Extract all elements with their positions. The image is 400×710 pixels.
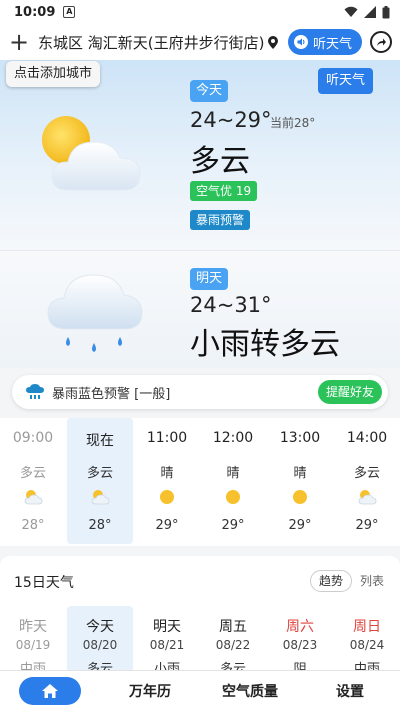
top-bar: + 东城区 淘汇新天(王府井步行街店) 听天气 (0, 24, 400, 60)
battery-icon (382, 5, 390, 18)
day-name: 周六 (286, 619, 314, 635)
hourly-forecast: 09:00 多云 28° 现在 多云 28° 11:00 晴 29° 12:00… (0, 418, 400, 546)
day-date: 08/23 (282, 638, 318, 652)
sun-icon (293, 490, 307, 504)
plus-icon[interactable]: + (8, 30, 30, 54)
today-temp-range: 24~29° (190, 108, 272, 132)
current-temp: 当前28° (270, 116, 316, 130)
trend-toggle[interactable]: 趋势 (310, 570, 353, 592)
today-label: 今天 (190, 80, 229, 102)
aqi-badge[interactable]: 空气优 19 (190, 181, 258, 201)
hour-temp: 28° (21, 518, 45, 533)
speaker-icon (293, 35, 308, 49)
day-item[interactable]: 昨天 08/19 中雨 (0, 606, 66, 676)
hour-item[interactable]: 12:00 晴 29° (200, 418, 266, 544)
storm-alert-badge[interactable]: 暴雨预警 (190, 210, 251, 230)
hour-condition: 多云 (86, 466, 113, 481)
tomorrow-panel: 明天 24~31° 小雨转多云 (0, 250, 400, 368)
day-item[interactable]: 明天 08/21 小雨 (134, 606, 200, 676)
bottom-nav: 万年历 空气质量 设置 (0, 670, 400, 710)
notification-icon: A (63, 6, 76, 18)
add-city-tooltip[interactable]: 点击添加城市 (6, 61, 101, 87)
nav-calendar[interactable]: 万年历 (100, 681, 200, 701)
listen-label: 听天气 (312, 36, 352, 52)
hour-time: 11:00 (146, 430, 188, 446)
listen-weather-bubble[interactable]: 听天气 (318, 68, 374, 94)
day-name: 周五 (219, 619, 247, 635)
hour-temp: 29° (221, 518, 245, 533)
hour-temp: 28° (88, 518, 112, 533)
nav-home[interactable] (0, 676, 100, 705)
share-icon[interactable] (370, 31, 392, 53)
partly-cloudy-icon (91, 490, 110, 505)
partly-cloudy-icon (358, 490, 377, 505)
hour-item[interactable]: 14:00 多云 29° (334, 418, 400, 544)
day-name: 周日 (353, 619, 381, 635)
hour-time: 现在 (86, 433, 114, 449)
hour-condition: 晴 (160, 466, 174, 481)
hour-temp: 29° (355, 518, 379, 533)
city-name[interactable]: 东城区 淘汇新天(王府井步行街店) (38, 32, 264, 53)
hour-condition: 晴 (226, 466, 240, 481)
nav-settings[interactable]: 设置 (300, 681, 400, 701)
hour-condition: 晴 (293, 466, 307, 481)
status-icons (344, 5, 390, 19)
day-item[interactable]: 今天 08/20 多云 (67, 606, 133, 676)
hour-item[interactable]: 13:00 晴 29° (267, 418, 333, 544)
list-toggle[interactable]: 列表 (360, 570, 384, 592)
day-item[interactable]: 周日 08/24 中雨 (334, 606, 400, 676)
day-name: 明天 (153, 619, 181, 635)
today-condition: 多云 (190, 144, 250, 179)
hour-time: 14:00 (346, 430, 388, 446)
tomorrow-condition: 小雨转多云 (190, 327, 340, 362)
wifi-icon (344, 6, 358, 17)
day-item[interactable]: 周六 08/23 阴 (267, 606, 333, 676)
signal-icon (364, 6, 376, 18)
status-time: 10:09 (14, 4, 56, 20)
storm-warning-icon (26, 384, 44, 399)
hour-item[interactable]: 09:00 多云 28° (0, 418, 66, 544)
listen-weather-button[interactable]: 听天气 (287, 29, 362, 55)
hour-time: 12:00 (212, 430, 254, 446)
sun-icon (160, 490, 174, 504)
daily-title: 15日天气 (14, 575, 74, 591)
warning-text: 暴雨蓝色预警 [一般] (52, 386, 171, 402)
sun-icon (226, 490, 240, 504)
day-date: 08/22 (215, 638, 251, 652)
day-date: 08/20 (82, 638, 118, 652)
partly-cloudy-icon (42, 116, 141, 191)
daily-forecast: 15日天气 趋势 列表 昨天 08/19 中雨 今天 08/20 多云 明天 0… (0, 556, 400, 676)
day-date: 08/19 (15, 638, 51, 652)
location-pin-icon (268, 35, 279, 49)
hour-temp: 29° (288, 518, 312, 533)
day-name: 今天 (86, 619, 114, 635)
day-date: 08/21 (149, 638, 185, 652)
home-icon[interactable] (19, 676, 81, 705)
hour-temp: 29° (155, 518, 179, 533)
hour-item[interactable]: 现在 多云 28° (67, 418, 133, 544)
day-name: 昨天 (19, 619, 47, 635)
hour-time: 13:00 (279, 430, 321, 446)
hour-time: 09:00 (12, 430, 54, 446)
partly-cloudy-icon (24, 490, 43, 505)
tomorrow-temp-range: 24~31° (190, 293, 272, 317)
nav-air-quality[interactable]: 空气质量 (200, 681, 300, 701)
day-item[interactable]: 周五 08/22 多云 (200, 606, 266, 676)
hour-item[interactable]: 11:00 晴 29° (134, 418, 200, 544)
status-bar: 10:09 A (0, 0, 400, 24)
hour-condition: 多云 (353, 466, 380, 481)
day-date: 08/24 (349, 638, 385, 652)
tomorrow-label: 明天 (190, 268, 229, 290)
warning-card[interactable]: 暴雨蓝色预警 [一般] 提醒好友 (12, 375, 388, 409)
remind-friend-button[interactable]: 提醒好友 (317, 380, 382, 404)
rain-cloud-icon (47, 274, 143, 352)
hour-condition: 多云 (19, 466, 46, 481)
